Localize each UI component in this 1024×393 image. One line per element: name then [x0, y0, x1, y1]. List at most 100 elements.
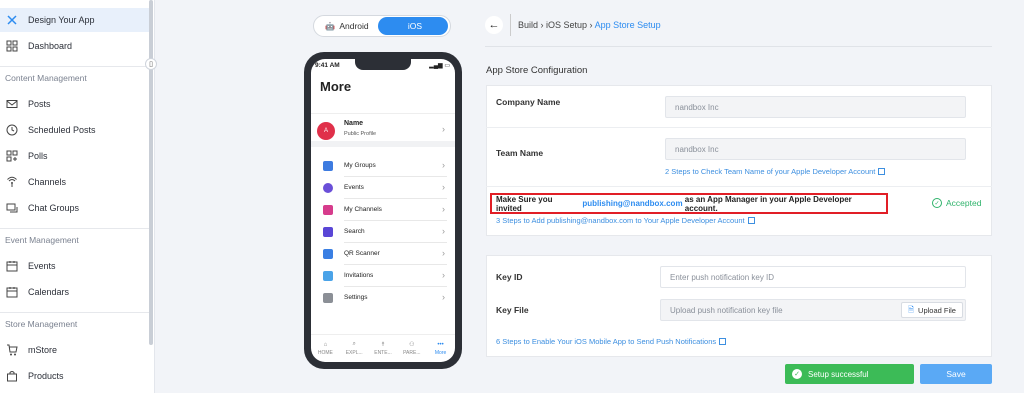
sidebar-item-mstore[interactable]: mStore [0, 338, 149, 362]
chevron-right-icon: › [442, 292, 445, 302]
external-link-icon [747, 217, 755, 224]
menu-label: Events [344, 184, 364, 191]
back-button[interactable]: ← [485, 16, 503, 34]
sidebar-item-events[interactable]: Events [0, 254, 149, 278]
menu-item-invitations[interactable]: Invitations › [311, 265, 455, 287]
search-icon [323, 227, 333, 237]
arrow-left-icon: ← [488, 19, 500, 31]
ios-label: iOS [407, 21, 423, 31]
android-label: Android [339, 21, 369, 31]
section-content-management: Content Management [0, 66, 149, 86]
menu-item-my-channels[interactable]: My Channels › [311, 199, 455, 221]
sidebar-item-polls[interactable]: Polls [0, 144, 149, 168]
sidebar-item-chat-groups[interactable]: Chat Groups [0, 196, 149, 220]
tab-parents[interactable]: ⚇ PARE... [397, 335, 426, 362]
sidebar: Design Your App Dashboard Content Manage… [0, 0, 155, 393]
invite-help-link[interactable]: 3 Steps to Add publishing@nandbox.com to… [496, 216, 755, 225]
crumb-build[interactable]: Build [518, 20, 538, 30]
calendar-icon [5, 259, 19, 273]
key-id-input[interactable]: Enter push notification key ID [660, 266, 966, 288]
menu-item-qr-scanner[interactable]: QR Scanner › [311, 243, 455, 265]
polls-icon [5, 149, 19, 163]
menu-label: My Groups [344, 162, 376, 169]
invite-email: publishing@nandbox.com [582, 199, 683, 208]
sidebar-item-label: mStore [28, 345, 58, 355]
sidebar-item-label: Calendars [28, 287, 70, 297]
profile-row[interactable]: A Name Public Profile › [311, 113, 455, 147]
mail-icon [5, 97, 19, 111]
sidebar-item-label: Polls [28, 151, 48, 161]
avatar: A [317, 122, 335, 140]
team-name-field: nandbox Inc [665, 138, 966, 160]
sidebar-item-label: Events [28, 261, 56, 271]
events-icon [323, 183, 333, 193]
crumb-current: App Store Setup [594, 20, 661, 30]
file-icon: 🗎 [908, 304, 915, 314]
sidebar-item-label: Posts [28, 99, 51, 109]
ios-tab[interactable]: iOS [378, 17, 448, 35]
menu-item-my-groups[interactable]: My Groups › [311, 155, 455, 177]
qr-icon [323, 249, 333, 259]
sidebar-item-scheduled-posts[interactable]: Scheduled Posts [0, 118, 149, 142]
settings-icon [323, 293, 333, 303]
phone-screen: 9:41 AM ▂▄▆ ▭ More A Name Public Profile… [311, 59, 455, 362]
success-toast: ✓ Setup successful [785, 364, 914, 384]
status-icons: ▂▄▆ ▭ [429, 63, 450, 69]
collapse-sidebar-button[interactable]: ▯ [145, 58, 157, 70]
search-icon: ⌕ [352, 341, 356, 347]
menu-item-settings[interactable]: Settings › [311, 287, 455, 309]
menu-label: My Channels [344, 206, 382, 213]
invitations-icon [323, 271, 333, 281]
crumb-ios-setup[interactable]: iOS Setup [546, 20, 587, 30]
profile-name: Name [344, 120, 364, 127]
android-tab[interactable]: 🤖 Android [316, 17, 378, 35]
menu-label: Search [344, 228, 365, 235]
menu-label: QR Scanner [344, 250, 380, 257]
more-icon: ••• [437, 341, 444, 348]
sidebar-item-label: Dashboard [28, 41, 73, 51]
upload-file-button[interactable]: 🗎 Upload File [901, 302, 963, 318]
chevron-right-icon: › [442, 270, 445, 280]
invite-notice: Make Sure you invited publishing@nandbox… [490, 193, 888, 214]
sidebar-item-label: Design Your App [28, 15, 95, 25]
menu-label: Settings [344, 294, 368, 301]
sidebar-item-label: Chat Groups [28, 203, 80, 213]
calendar-icon [5, 285, 19, 299]
sidebar-item-design-your-app[interactable]: Design Your App [0, 8, 149, 32]
sidebar-scrollbar[interactable] [149, 0, 153, 345]
accepted-status: ✓ Accepted [932, 198, 981, 208]
menu-label: Invitations [344, 272, 374, 279]
phone-tabbar: ⌂ HOME ⌕ EXPL... ☨ ENTE... ⚇ PARE... ••• More [311, 334, 455, 362]
cart-icon [5, 343, 19, 357]
team-name-help-link[interactable]: 2 Steps to Check Team Name of your Apple… [665, 167, 886, 176]
external-link-icon [878, 168, 886, 175]
sidebar-item-channels[interactable]: Channels [0, 170, 149, 194]
sidebar-item-products[interactable]: Products [0, 364, 149, 388]
company-name-label: Company Name [496, 97, 561, 107]
chevron-right-icon: › [442, 204, 445, 214]
save-button[interactable]: Save [920, 364, 992, 384]
key-id-label: Key ID [496, 272, 523, 282]
tab-entertainment[interactable]: ☨ ENTE... [369, 335, 398, 362]
menu-item-events[interactable]: Events › [311, 177, 455, 199]
chat-icon [5, 201, 19, 215]
tab-more[interactable]: ••• More [426, 335, 455, 362]
sidebar-item-label: Channels [28, 177, 67, 187]
figure-icon: ☨ [381, 342, 385, 348]
tab-explore[interactable]: ⌕ EXPL... [340, 335, 369, 362]
menu-item-search[interactable]: Search › [311, 221, 455, 243]
sidebar-item-dashboard[interactable]: Dashboard [0, 34, 149, 58]
people-icon: ⚇ [409, 342, 415, 348]
push-help-link[interactable]: 6 Steps to Enable Your iOS Mobile App to… [496, 337, 727, 346]
chevron-right-icon: › [442, 182, 445, 192]
company-name-field: nandbox Inc [665, 96, 966, 118]
sidebar-item-posts[interactable]: Posts [0, 92, 149, 116]
external-link-icon [719, 338, 727, 345]
sidebar-item-calendars[interactable]: Calendars [0, 280, 149, 304]
chevron-right-icon: › [442, 160, 445, 170]
check-circle-icon: ✓ [932, 198, 942, 208]
key-file-label: Key File [496, 305, 529, 315]
tab-home[interactable]: ⌂ HOME [311, 335, 340, 362]
chevron-right-icon: › [442, 248, 445, 258]
sidebar-item-label: Products [28, 371, 64, 381]
